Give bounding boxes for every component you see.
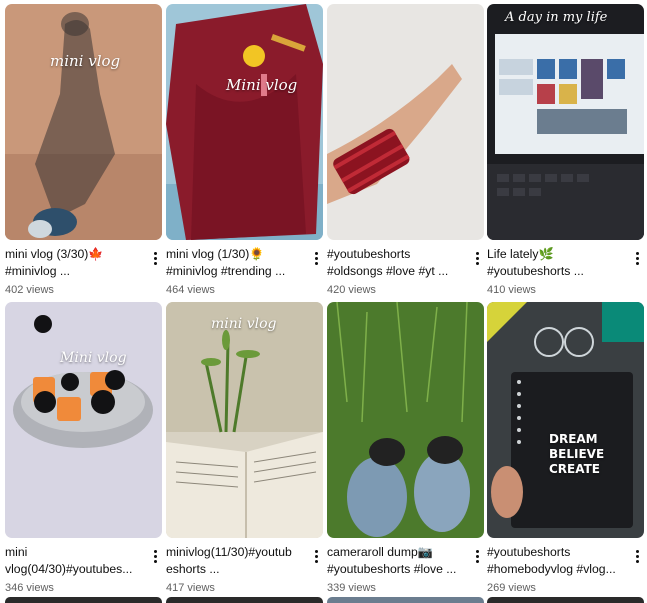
thumbnail-image: [327, 302, 484, 538]
video-card[interactable]: #youtubeshorts #oldsongs #love #yt ... 4…: [327, 4, 484, 298]
more-options-icon[interactable]: [472, 250, 482, 266]
more-options-icon[interactable]: [311, 250, 321, 266]
thumbnail-image: [487, 302, 644, 538]
video-thumbnail[interactable]: Mini vlog: [166, 4, 323, 240]
view-count: 410 views: [487, 284, 536, 296]
video-thumbnail[interactable]: [327, 302, 484, 538]
more-options-icon[interactable]: [150, 250, 160, 266]
thumbnail-image: [166, 4, 323, 240]
shorts-row: Mini vlog mini vlog(04/30)#youtubes... 3…: [5, 302, 645, 600]
video-thumbnail[interactable]: DREAM BELIEVE CREATE: [487, 302, 644, 538]
video-title[interactable]: #youtubeshorts #oldsongs #love #yt ...: [327, 246, 466, 280]
more-options-icon[interactable]: [311, 548, 321, 564]
video-title[interactable]: Life lately🌿 #youtubeshorts ...: [487, 246, 626, 280]
view-count: 269 views: [487, 582, 536, 594]
thumbnail-caption: mini vlog: [211, 316, 277, 332]
video-thumbnail[interactable]: mini vlog: [5, 4, 162, 240]
video-title[interactable]: #youtubeshorts #homebodyvlog #vlog...: [487, 544, 626, 578]
video-thumbnail[interactable]: Mini vlog: [5, 302, 162, 538]
more-options-icon[interactable]: [632, 250, 642, 266]
video-thumbnail[interactable]: A day in my life: [487, 4, 644, 240]
video-card[interactable]: Mini vlog mini vlog (1/30)🌻 #minivlog #t…: [166, 4, 323, 298]
more-options-icon[interactable]: [632, 548, 642, 564]
video-card[interactable]: A day in my life Life lately🌿 #youtubesh…: [487, 4, 644, 298]
next-row-thumbnail[interactable]: [166, 597, 323, 603]
thumbnail-caption: Mini vlog: [60, 350, 127, 366]
more-options-icon[interactable]: [150, 548, 160, 564]
thumbnail-image: [5, 302, 162, 538]
video-card[interactable]: mini vlog minivlog(11/30)#youtub eshorts…: [166, 302, 323, 596]
shorts-row: mini vlog mini vlog (3/30)🍁 #minivlog ..…: [5, 4, 645, 302]
next-row-thumbnail[interactable]: [487, 597, 644, 603]
video-thumbnail[interactable]: mini vlog: [166, 302, 323, 538]
video-card[interactable]: Mini vlog mini vlog(04/30)#youtubes... 3…: [5, 302, 162, 596]
view-count: 346 views: [5, 582, 54, 594]
thumbnail-caption: A day in my life: [505, 10, 608, 25]
video-title[interactable]: mini vlog(04/30)#youtubes...: [5, 544, 144, 578]
thumbnail-image: [5, 4, 162, 240]
thumbnail-image: [166, 302, 323, 538]
view-count: 339 views: [327, 582, 376, 594]
more-options-icon[interactable]: [472, 548, 482, 564]
view-count: 464 views: [166, 284, 215, 296]
video-card[interactable]: DREAM BELIEVE CREATE #youtubeshorts #hom…: [487, 302, 644, 596]
video-title[interactable]: minivlog(11/30)#youtub eshorts ...: [166, 544, 305, 578]
video-thumbnail[interactable]: [327, 4, 484, 240]
shorts-grid: mini vlog mini vlog (3/30)🍁 #minivlog ..…: [5, 4, 645, 600]
thumbnail-caption: Mini vlog: [226, 76, 298, 94]
video-card[interactable]: mini vlog mini vlog (3/30)🍁 #minivlog ..…: [5, 4, 162, 298]
view-count: 417 views: [166, 582, 215, 594]
video-card[interactable]: cameraroll dump📷 #youtubeshorts #love ..…: [327, 302, 484, 596]
thumbnail-image: [487, 4, 644, 240]
thumbnail-image: [327, 4, 484, 240]
video-title[interactable]: cameraroll dump📷 #youtubeshorts #love ..…: [327, 544, 466, 578]
video-title[interactable]: mini vlog (1/30)🌻 #minivlog #trending ..…: [166, 246, 305, 280]
view-count: 402 views: [5, 284, 54, 296]
next-row-thumbnail[interactable]: [5, 597, 162, 603]
video-title[interactable]: mini vlog (3/30)🍁 #minivlog ...: [5, 246, 144, 280]
thumbnail-caption: mini vlog: [50, 52, 121, 70]
view-count: 420 views: [327, 284, 376, 296]
next-row-thumbnail[interactable]: [327, 597, 484, 603]
thumbnail-caption: DREAM BELIEVE CREATE: [549, 432, 605, 476]
